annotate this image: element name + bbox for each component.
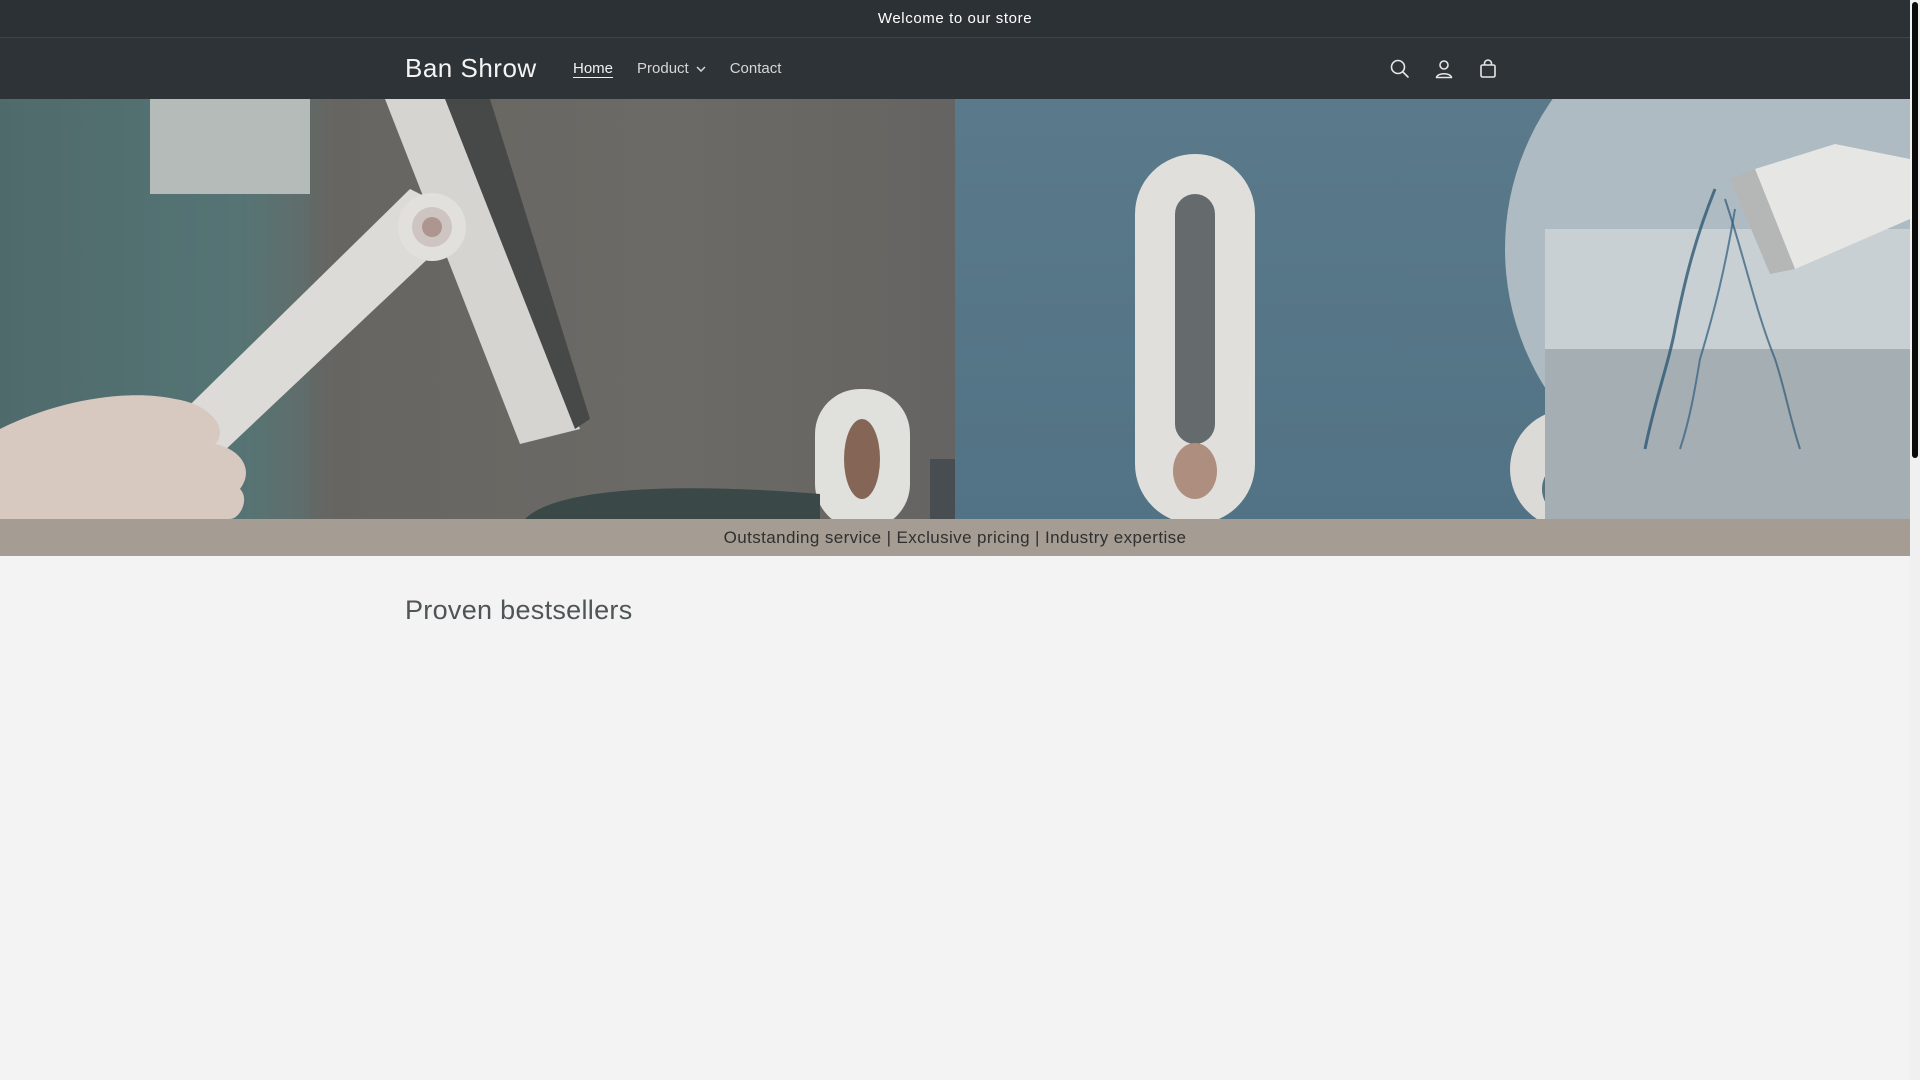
account-icon[interactable] [1422,47,1466,91]
nav-home-label: Home [573,60,614,77]
store-logo[interactable]: Ban Shrow [405,38,537,99]
nav-product[interactable]: Product [625,38,718,99]
scrollbar-thumb[interactable] [1912,2,1918,458]
nav-home[interactable]: Home [561,38,625,99]
nav-product-label: Product [637,60,689,77]
hero-overlay [0,99,1910,519]
site-header: Ban Shrow Home Product Contact [0,38,1910,99]
section-title: Proven bestsellers [405,595,633,625]
cart-icon[interactable] [1466,47,1510,91]
main-nav: Home Product Contact [561,38,793,99]
announcement-text: Welcome to our store [877,10,1033,27]
value-proposition-text: Outstanding service | Exclusive pricing … [723,527,1187,547]
value-proposition-strip: Outstanding service | Exclusive pricing … [0,519,1910,556]
announcement-bar: Welcome to our store [0,0,1910,38]
chevron-down-icon [696,65,706,72]
nav-contact[interactable]: Contact [718,38,794,99]
page-scrollbar[interactable] [1910,0,1920,1080]
page: Welcome to our store Ban Shrow Home Prod… [0,0,1910,1080]
header-icons [1378,38,1510,99]
nav-contact-label: Contact [729,60,782,77]
search-icon[interactable] [1378,47,1422,91]
hero-banner [0,99,1910,519]
